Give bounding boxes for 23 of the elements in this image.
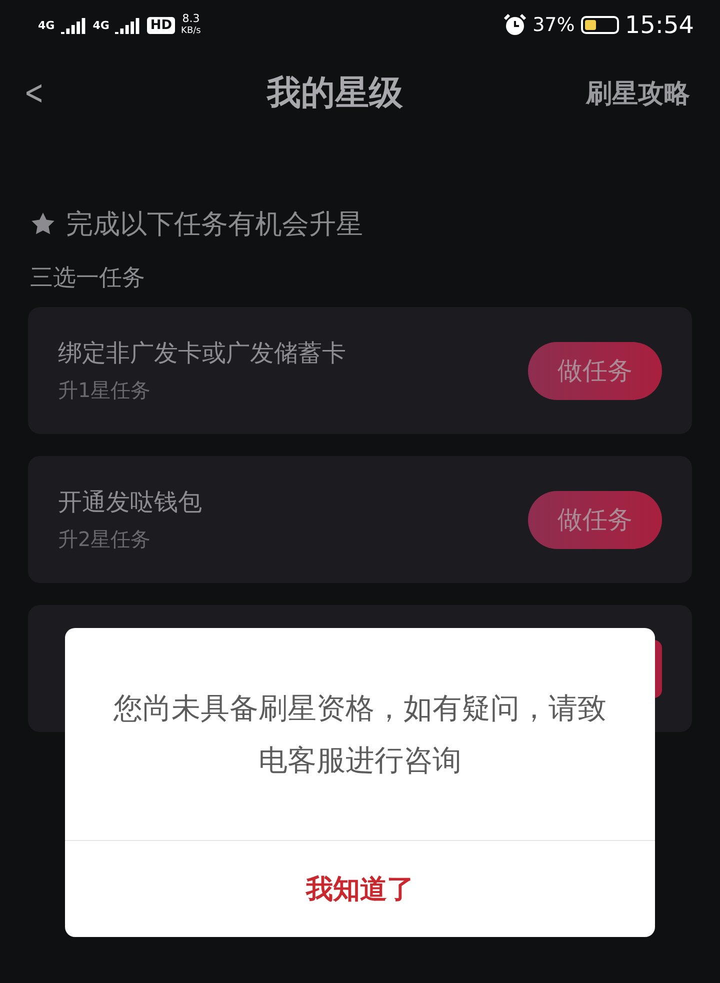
clock-time: 15:54: [624, 11, 694, 39]
speed-value: 8.3: [182, 12, 200, 25]
task-title: 绑定非广发卡或广发储蓄卡: [58, 338, 346, 369]
star-icon: [30, 211, 56, 237]
dialog-message: 您尚未具备刷星资格，如有疑问，请致电客服进行咨询: [65, 628, 655, 841]
section-subheading: 三选一任务: [30, 264, 146, 293]
task-title: 开通发哒钱包: [58, 487, 202, 518]
task-reward: 升1星任务: [58, 377, 152, 404]
network-label: 4G: [92, 18, 110, 32]
confirm-button[interactable]: 我知道了: [65, 841, 655, 937]
hd-badge: HD: [147, 16, 176, 34]
task-reward: 升2星任务: [58, 526, 152, 553]
alarm-clock-icon: [502, 13, 527, 37]
back-button[interactable]: <: [24, 73, 66, 113]
speed-unit: KB/s: [181, 25, 201, 38]
battery-level: [584, 20, 596, 30]
signal-icon: [115, 16, 142, 34]
strategy-link[interactable]: 刷星攻略: [586, 76, 690, 110]
signal-icon: [60, 16, 87, 34]
page-title: 我的星级: [267, 72, 403, 115]
battery-percent: 37%: [532, 14, 575, 36]
section-heading: 完成以下任务有机会升星: [66, 208, 363, 242]
network-label: 4G: [38, 18, 55, 32]
